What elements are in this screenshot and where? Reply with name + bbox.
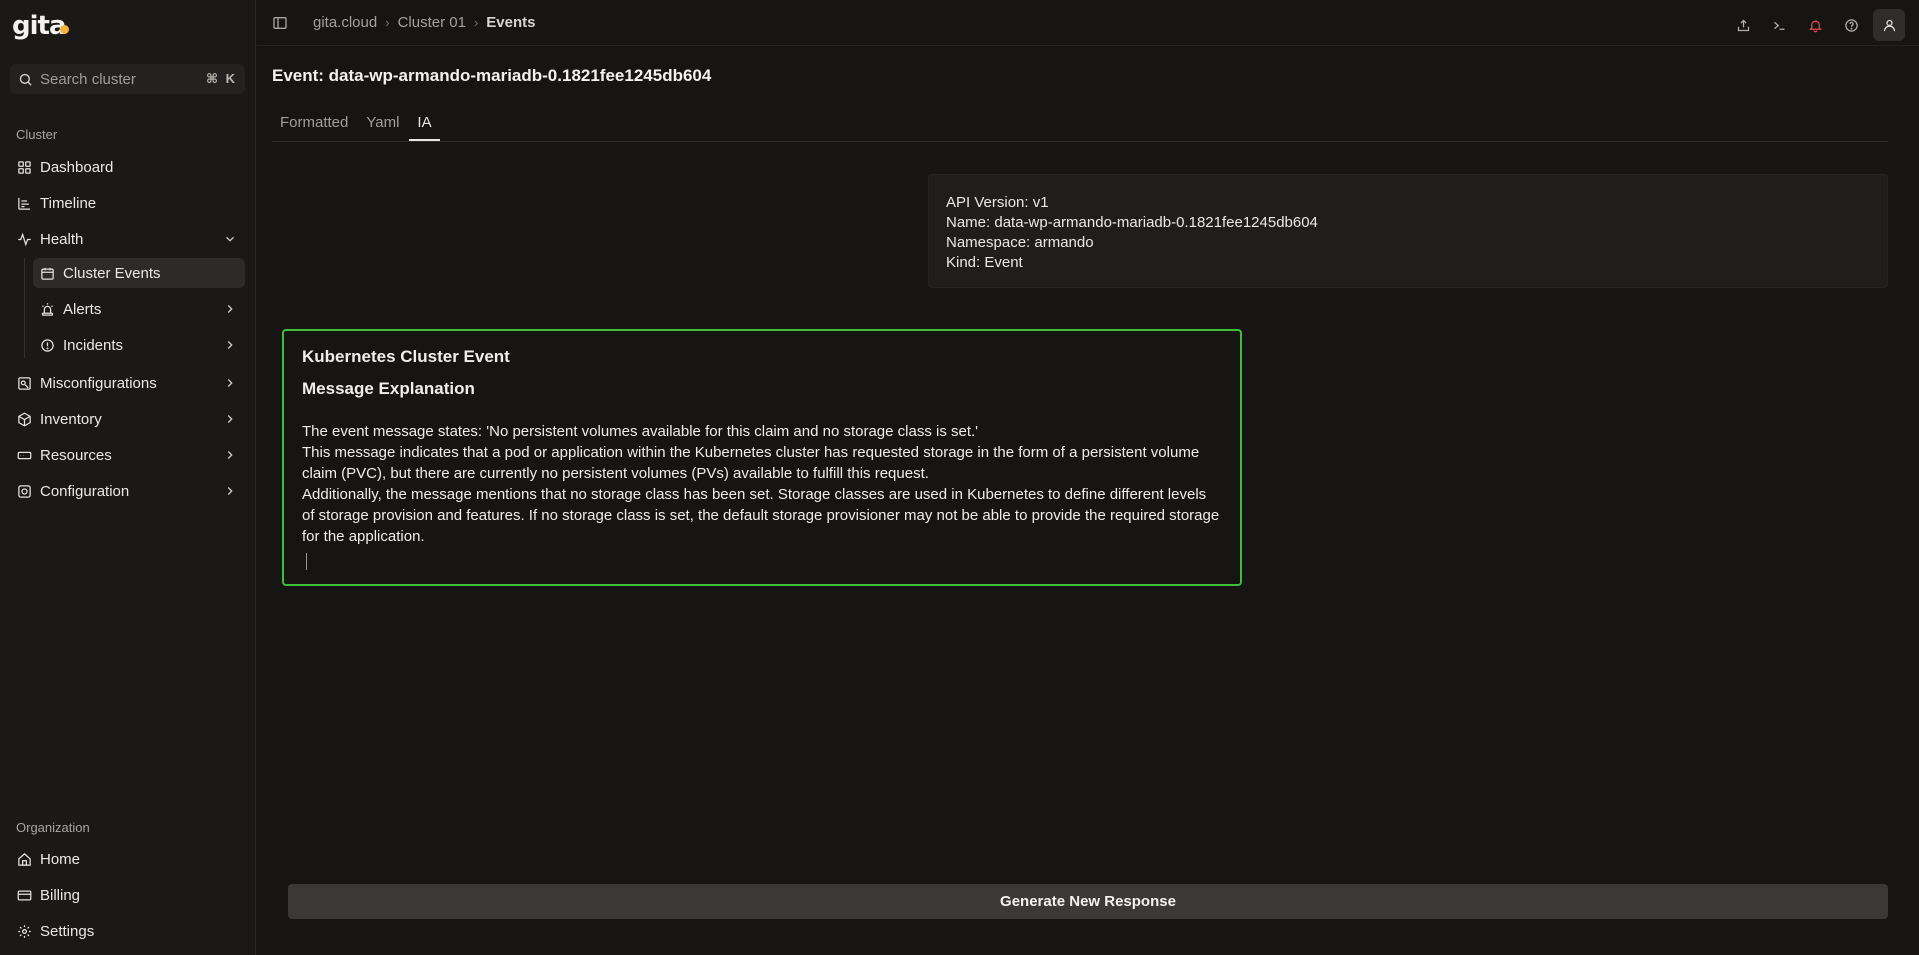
terminal-icon bbox=[1773, 21, 1784, 30]
sidebar-item-label: Incidents bbox=[63, 336, 124, 354]
sidebar-item-label: Cluster Events bbox=[63, 264, 161, 282]
streaming-cursor bbox=[306, 553, 307, 570]
help-button[interactable] bbox=[1837, 11, 1865, 39]
notifications-button[interactable] bbox=[1801, 11, 1829, 39]
tab-formatted[interactable]: Formatted bbox=[272, 110, 356, 141]
sidebar-item-configuration[interactable]: Configuration bbox=[10, 476, 245, 506]
sidebar-item-label: Home bbox=[40, 850, 81, 868]
server-rack-icon bbox=[17, 451, 31, 459]
share-button[interactable] bbox=[1729, 11, 1757, 39]
sidebar-item-label: Settings bbox=[40, 922, 95, 940]
breadcrumb: gita.cloud › Cluster 01 › Events bbox=[313, 14, 535, 31]
breadcrumb-item-cluster[interactable]: Cluster 01 bbox=[398, 14, 466, 31]
logo-dot bbox=[59, 24, 69, 34]
sidebar-item-alerts[interactable]: Alerts bbox=[33, 294, 245, 324]
search-icon bbox=[19, 73, 32, 86]
meta-namespace: Namespace: armando bbox=[946, 234, 1094, 251]
sidebar: gita Search cluster ⌘ K Cluster Dashboar… bbox=[0, 0, 256, 955]
alert-circle-icon bbox=[40, 338, 54, 352]
sidebar-item-incidents[interactable]: Incidents bbox=[33, 330, 245, 360]
timeline-icon bbox=[17, 197, 30, 210]
siren-icon bbox=[41, 302, 53, 316]
chevron-right-icon bbox=[227, 451, 233, 459]
sidebar-item-billing[interactable]: Billing bbox=[10, 880, 245, 910]
sidebar-item-label: Resources bbox=[40, 446, 112, 464]
sidebar-item-label: Timeline bbox=[40, 194, 97, 212]
chevron-right-icon bbox=[227, 487, 233, 495]
sidebar-toggle-icon[interactable] bbox=[272, 15, 288, 31]
grid-icon bbox=[17, 160, 31, 174]
cluster-section-label: Cluster bbox=[16, 127, 58, 142]
sidebar-item-misconfigurations[interactable]: Misconfigurations bbox=[10, 368, 245, 398]
event-metadata-card: API Version: v1 Name: data-wp-armando-ma… bbox=[928, 174, 1888, 288]
tab-yaml[interactable]: Yaml bbox=[358, 110, 407, 141]
sidebar-item-home[interactable]: Home bbox=[10, 844, 245, 874]
terminal-button[interactable] bbox=[1765, 11, 1793, 39]
ai-paragraph: Additionally, the message mentions that … bbox=[302, 486, 1220, 545]
sidebar-item-label: Alerts bbox=[63, 300, 102, 318]
chevron-right-icon bbox=[227, 305, 233, 313]
top-actions bbox=[1721, 9, 1905, 41]
sidebar-item-label: Inventory bbox=[40, 410, 102, 428]
gear-icon bbox=[17, 924, 31, 938]
ai-response-panel: Kubernetes Cluster Event Message Explana… bbox=[282, 329, 1242, 586]
sidebar-item-dashboard[interactable]: Dashboard bbox=[10, 152, 245, 182]
sidebar-item-label: Configuration bbox=[40, 482, 130, 500]
organization-section-label: Organization bbox=[16, 820, 90, 835]
package-icon bbox=[17, 412, 31, 426]
config-icon bbox=[17, 484, 31, 498]
sidebar-item-label: Dashboard bbox=[40, 158, 114, 176]
ai-heading-explanation: Message Explanation bbox=[302, 379, 475, 398]
ai-paragraph: The event message states: 'No persistent… bbox=[302, 423, 979, 440]
chevron-down-icon bbox=[226, 236, 234, 242]
sidebar-item-settings[interactable]: Settings bbox=[10, 916, 245, 946]
sidebar-item-inventory[interactable]: Inventory bbox=[10, 404, 245, 434]
calendar-icon bbox=[40, 267, 54, 280]
sidebar-item-label: Health bbox=[40, 230, 84, 248]
breadcrumb-item-current: Events bbox=[486, 14, 536, 31]
top-bar: gita.cloud › Cluster 01 › Events bbox=[257, 0, 1919, 46]
search-cluster-input[interactable]: Search cluster ⌘ K bbox=[10, 64, 245, 94]
logo-text: gita bbox=[12, 11, 66, 41]
ai-heading-event: Kubernetes Cluster Event bbox=[302, 347, 510, 366]
generate-new-response-button[interactable]: Generate New Response bbox=[288, 884, 1888, 919]
chevron-right-icon bbox=[227, 341, 233, 349]
search-placeholder: Search cluster bbox=[40, 70, 136, 88]
sidebar-item-label: Misconfigurations bbox=[40, 374, 157, 392]
search-shortcut: ⌘ K bbox=[205, 71, 237, 86]
breadcrumb-item-gita-cloud[interactable]: gita.cloud bbox=[313, 14, 377, 31]
pulse-icon bbox=[17, 232, 31, 246]
sidebar-item-timeline[interactable]: Timeline bbox=[10, 188, 245, 218]
credit-card-icon bbox=[17, 890, 31, 900]
sidebar-item-resources[interactable]: Resources bbox=[10, 440, 245, 470]
bell-icon bbox=[1808, 20, 1822, 32]
user-icon bbox=[1883, 19, 1895, 31]
home-icon bbox=[17, 852, 31, 866]
meta-kind: Kind: Event bbox=[946, 254, 1023, 271]
view-tabs: Formatted Yaml IA bbox=[272, 110, 1888, 142]
submenu-guide-line bbox=[24, 258, 25, 358]
settings-cog-icon bbox=[17, 376, 31, 390]
user-avatar-button[interactable] bbox=[1873, 9, 1905, 41]
chevron-right-icon bbox=[227, 415, 233, 423]
help-circle-icon bbox=[1844, 18, 1858, 32]
sidebar-item-health[interactable]: Health bbox=[10, 224, 245, 254]
chevron-right-icon: › bbox=[385, 15, 390, 30]
page-title: Event: data-wp-armando-mariadb-0.1821fee… bbox=[272, 66, 712, 85]
sidebar-item-label: Billing bbox=[40, 886, 81, 904]
upload-icon bbox=[1737, 19, 1749, 31]
app-logo[interactable]: gita bbox=[12, 11, 69, 41]
sidebar-item-cluster-events[interactable]: Cluster Events bbox=[33, 258, 245, 288]
ai-paragraph: This message indicates that a pod or app… bbox=[302, 444, 1200, 482]
chevron-right-icon bbox=[227, 379, 233, 387]
meta-name: Name: data-wp-armando-mariadb-0.1821fee1… bbox=[946, 214, 1318, 231]
meta-api-version: API Version: v1 bbox=[946, 194, 1049, 211]
tab-ia[interactable]: IA bbox=[409, 110, 440, 141]
chevron-right-icon: › bbox=[473, 15, 479, 30]
